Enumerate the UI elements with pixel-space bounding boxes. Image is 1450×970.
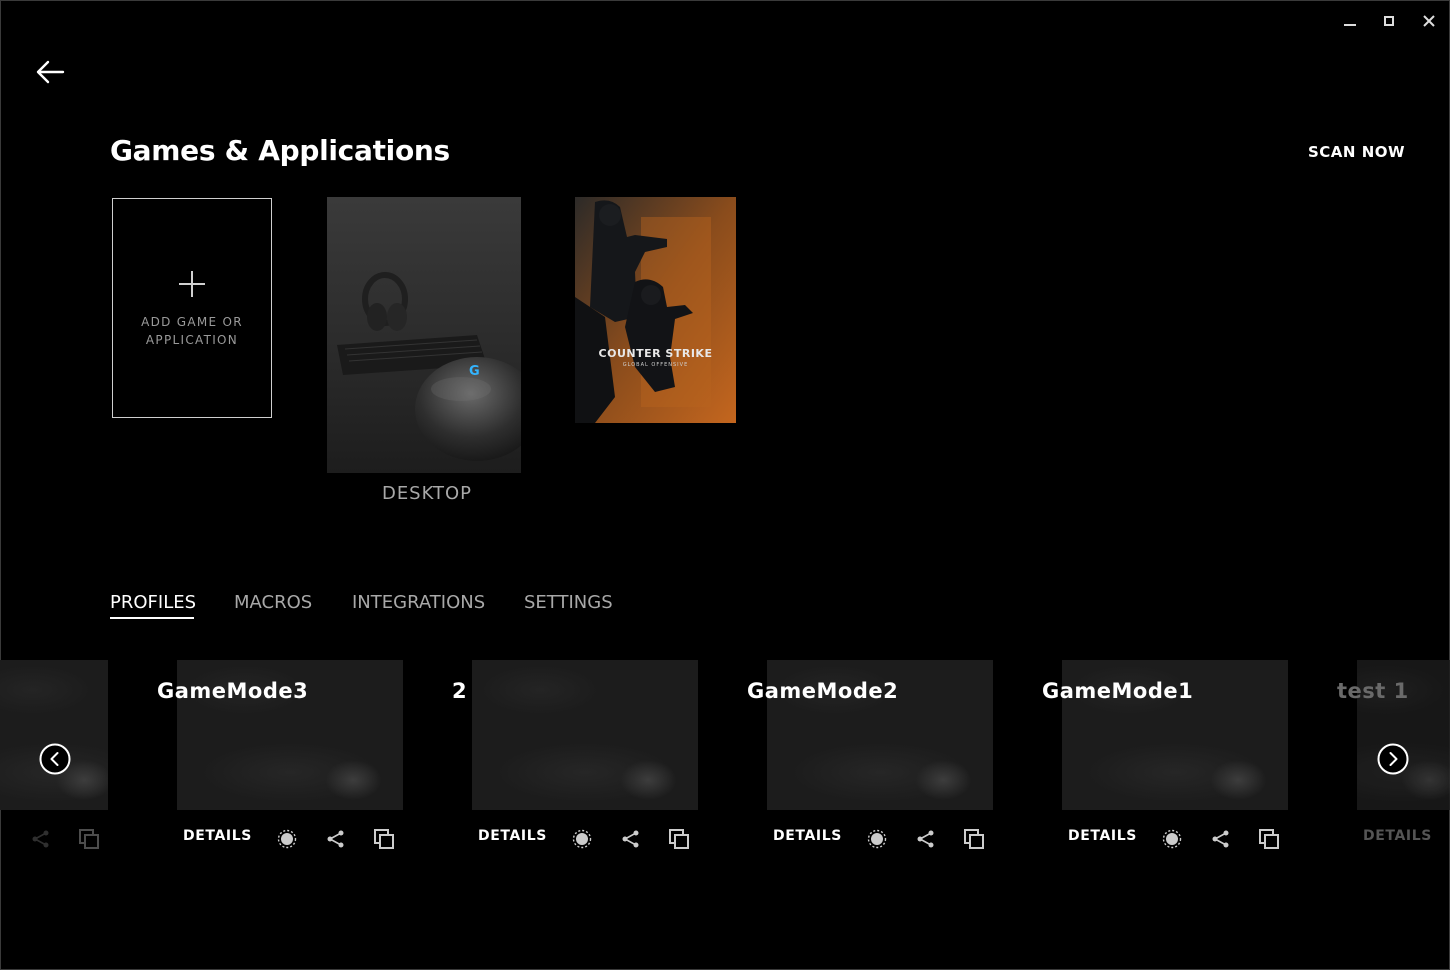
copy-icon[interactable] [668, 828, 690, 850]
active-tab-indicator [110, 617, 194, 619]
profile-name: test 1 [1337, 679, 1409, 703]
add-game-label: ADD GAME OR APPLICATION [113, 313, 271, 349]
details-button[interactable]: DETAILS [183, 828, 252, 844]
carousel-prev-icon[interactable] [39, 743, 71, 775]
tab-profiles[interactable]: PROFILES [110, 592, 196, 613]
share-icon[interactable] [915, 828, 937, 850]
csgo-game-tile[interactable]: COUNTER STRIKE GLOBAL OFFENSIVE [575, 197, 736, 423]
desktop-game-tile[interactable]: G [327, 197, 521, 473]
share-icon[interactable] [30, 828, 52, 850]
page-title: Games & Applications [110, 134, 450, 167]
tab-macros[interactable]: MACROS [234, 592, 312, 613]
add-game-label-line1: ADD GAME OR [141, 315, 243, 329]
profile-name: 2 [452, 679, 468, 703]
csgo-cover-image [575, 197, 736, 423]
plus-icon [113, 269, 271, 299]
copy-icon[interactable] [963, 828, 985, 850]
copy-icon[interactable] [78, 828, 100, 850]
profile-name: GameMode2 [747, 679, 899, 703]
lighting-icon[interactable] [571, 828, 593, 850]
share-icon[interactable] [325, 828, 347, 850]
profile-name: GameMode3 [157, 679, 309, 703]
lighting-icon[interactable] [276, 828, 298, 850]
details-button[interactable]: DETAILS [1068, 828, 1137, 844]
share-icon[interactable] [1210, 828, 1232, 850]
carousel-next-icon[interactable] [1377, 743, 1409, 775]
profile-card-image[interactable] [472, 660, 698, 810]
lighting-icon[interactable] [1161, 828, 1183, 850]
maximize-icon[interactable] [1378, 10, 1400, 32]
csgo-logo-subtext: GLOBAL OFFENSIVE [622, 362, 689, 368]
desktop-label: DESKTOP [381, 483, 473, 504]
lighting-icon[interactable] [866, 828, 888, 850]
copy-icon[interactable] [1258, 828, 1280, 850]
svg-text:G: G [469, 364, 480, 379]
details-button[interactable]: DETAILS [1363, 828, 1432, 844]
profile-card-image-partial[interactable] [0, 660, 108, 810]
csgo-logo-text: COUNTER STRIKE [598, 347, 713, 360]
add-game-label-line2: APPLICATION [145, 333, 239, 347]
tab-settings[interactable]: SETTINGS [524, 592, 613, 613]
details-button[interactable]: DETAILS [478, 828, 547, 844]
close-icon[interactable] [1418, 10, 1440, 32]
minimize-icon[interactable] [1339, 10, 1361, 32]
back-arrow-icon[interactable] [33, 57, 67, 87]
share-icon[interactable] [620, 828, 642, 850]
add-game-tile[interactable]: ADD GAME OR APPLICATION [112, 198, 272, 418]
profile-name: GameMode1 [1042, 679, 1194, 703]
desktop-image: G [327, 197, 521, 473]
scan-now-button[interactable]: SCAN NOW [1308, 143, 1405, 161]
copy-icon[interactable] [373, 828, 395, 850]
tab-integrations[interactable]: INTEGRATIONS [352, 592, 485, 613]
details-button[interactable]: DETAILS [773, 828, 842, 844]
